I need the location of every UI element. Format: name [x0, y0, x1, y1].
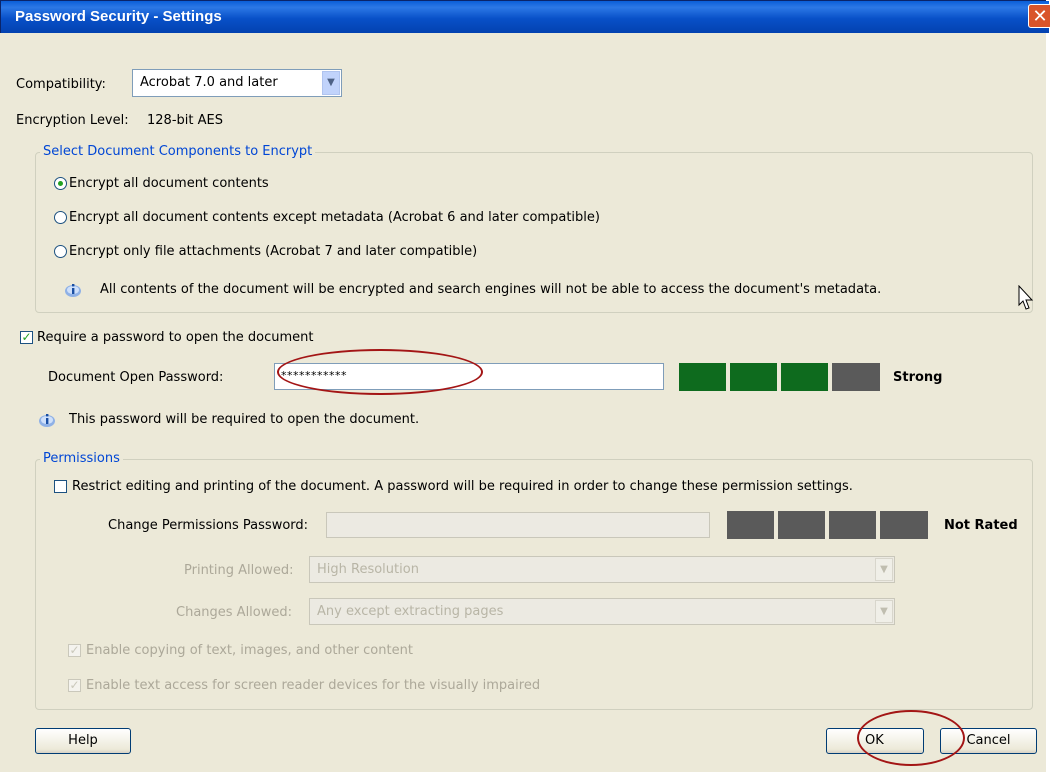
open-strength-segment [730, 363, 779, 391]
printing-allowed-value: High Resolution [317, 562, 419, 577]
permissions-strength-segment [880, 511, 928, 539]
open-strength-segment [832, 363, 880, 391]
enable-screen-reader-label[interactable]: Enable text access for screen reader dev… [86, 678, 540, 693]
info-icon [39, 414, 55, 427]
radio-encrypt-all-label[interactable]: Encrypt all document contents [69, 176, 269, 191]
info-icon [65, 284, 81, 297]
ok-annotation-ellipse [857, 710, 965, 766]
permissions-strength-segment [829, 511, 878, 539]
enable-copying-label[interactable]: Enable copying of text, images, and othe… [86, 643, 413, 658]
restrict-editing-checkbox[interactable] [54, 480, 67, 493]
components-group-title: Select Document Components to Encrypt [40, 144, 316, 159]
chevron-down-icon[interactable]: ▼ [875, 558, 893, 581]
permissions-password-label: Change Permissions Password: [108, 518, 309, 533]
radio-encrypt-attachments[interactable] [54, 245, 67, 258]
open-strength-segment [781, 363, 830, 391]
radio-encrypt-attachments-label[interactable]: Encrypt only file attachments (Acrobat 7… [69, 244, 477, 259]
chevron-down-icon[interactable]: ▼ [322, 71, 340, 95]
compatibility-value: Acrobat 7.0 and later [140, 75, 278, 90]
enable-copying-checkbox[interactable]: ✓ [68, 644, 81, 657]
permissions-strength-label: Not Rated [944, 518, 1018, 533]
open-password-info-text: This password will be required to open t… [69, 412, 420, 427]
require-open-password-checkbox[interactable]: ✓ [20, 331, 33, 344]
close-button[interactable]: ✕ [1028, 4, 1050, 28]
printing-allowed-label: Printing Allowed: [184, 563, 294, 578]
changes-allowed-value: Any except extracting pages [317, 604, 504, 619]
permissions-strength-segment [778, 511, 827, 539]
encryption-level-value: 128-bit AES [147, 113, 223, 128]
chevron-down-icon[interactable]: ▼ [875, 600, 893, 623]
changes-allowed-label: Changes Allowed: [176, 605, 293, 620]
components-info-text: All contents of the document will be enc… [100, 282, 882, 297]
permissions-password-input[interactable] [326, 512, 710, 538]
help-button[interactable]: Help [35, 728, 131, 754]
enable-screen-reader-checkbox[interactable]: ✓ [68, 679, 81, 692]
require-open-password-label[interactable]: Require a password to open the document [37, 330, 314, 345]
radio-encrypt-except-metadata-label[interactable]: Encrypt all document contents except met… [69, 210, 600, 225]
restrict-editing-label[interactable]: Restrict editing and printing of the doc… [72, 479, 853, 494]
open-password-label: Document Open Password: [48, 370, 224, 385]
printing-allowed-select[interactable]: High Resolution ▼ [309, 556, 895, 583]
title-bar: Password Security - Settings [1, 1, 1049, 33]
password-annotation-ellipse [277, 349, 483, 395]
radio-encrypt-except-metadata[interactable] [54, 211, 67, 224]
dialog-title: Password Security - Settings [15, 8, 222, 25]
compatibility-select[interactable]: Acrobat 7.0 and later ▼ [132, 69, 342, 97]
compatibility-label: Compatibility: [16, 77, 106, 92]
mouse-cursor-icon [1018, 285, 1034, 310]
open-strength-label: Strong [893, 370, 943, 385]
permissions-group-title: Permissions [40, 451, 123, 466]
radio-encrypt-all[interactable] [54, 177, 67, 190]
permissions-strength-segment [727, 511, 776, 539]
open-strength-segment [679, 363, 728, 391]
changes-allowed-select[interactable]: Any except extracting pages ▼ [309, 598, 895, 625]
permissions-group [35, 459, 1033, 710]
encryption-level-label: Encryption Level: [16, 113, 129, 128]
